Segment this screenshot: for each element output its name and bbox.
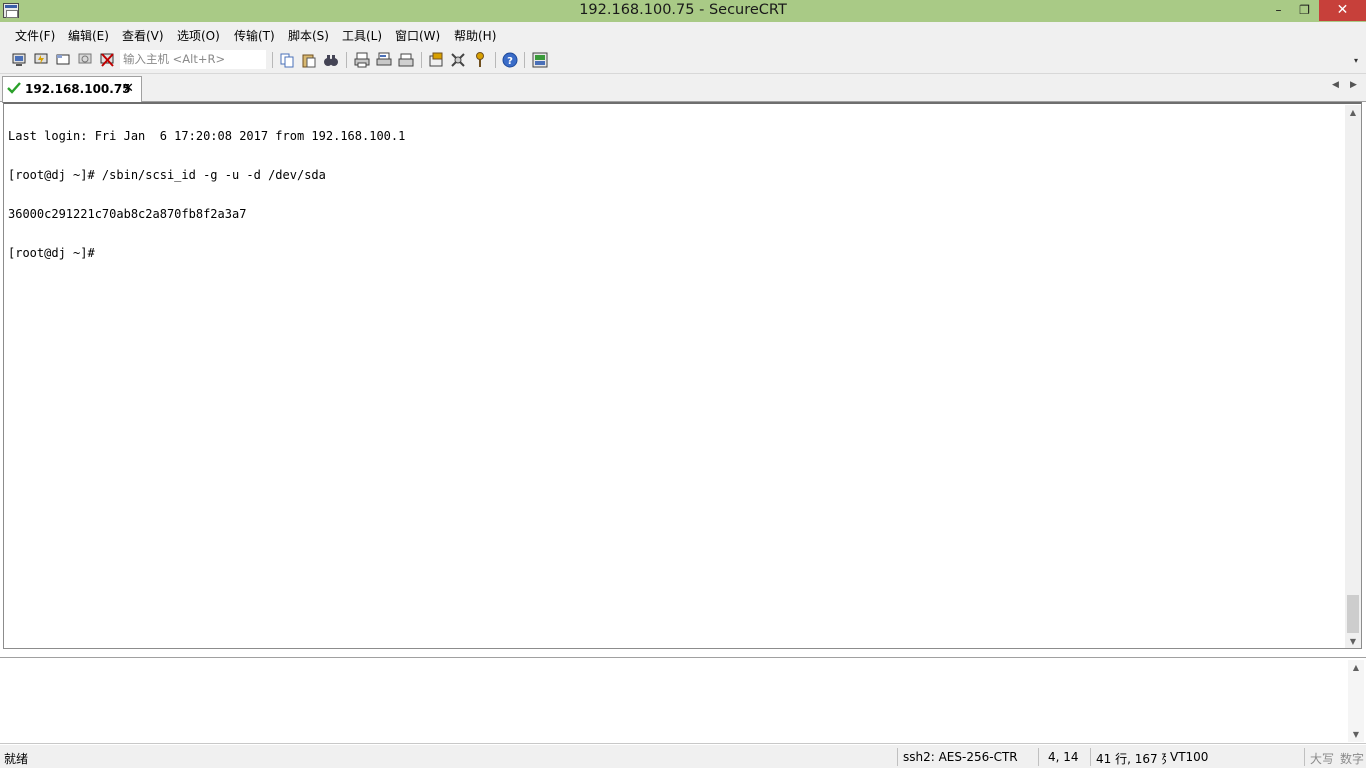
tab-scroll-right-icon[interactable]: ▶ [1350,80,1360,92]
menu-bar: 文件(F) 编辑(E) 查看(V) 选项(O) 传输(T) 脚本(S) 工具(L… [0,22,1366,46]
status-separator [1304,748,1305,766]
paste-icon[interactable] [300,51,318,69]
toolbar-separator [421,52,422,68]
status-separator [1090,748,1091,766]
close-button[interactable]: ✕ [1319,0,1366,21]
menu-view[interactable]: 查看(V) [122,27,164,44]
toolbar-separator [495,52,496,68]
quick-connect-icon[interactable] [32,51,50,69]
status-emulation: VT100 [1170,750,1209,764]
menu-script[interactable]: 脚本(S) [288,27,329,44]
tab-label: 192.168.100.75 [25,82,131,96]
toolbar-separator [346,52,347,68]
print-screen-icon[interactable] [353,51,371,69]
connect-tab-icon[interactable] [54,51,72,69]
terminal-output: Last login: Fri Jan 6 17:20:08 2017 from… [8,104,405,286]
toolbar-overflow-icon[interactable]: ▾ [1354,56,1363,70]
tab-session-192-168-100-75[interactable]: 192.168.100.75 ✕ [2,76,142,103]
menu-tools[interactable]: 工具(L) [342,27,382,44]
menu-edit[interactable]: 编辑(E) [68,27,109,44]
print-selection-icon[interactable] [375,51,393,69]
terminal-scrollbar[interactable]: ▲ ▼ [1345,105,1361,648]
tab-close-icon[interactable]: ✕ [123,81,134,96]
status-encryption: ssh2: AES-256-CTR [903,750,1018,764]
scroll-up-icon[interactable]: ▲ [1351,663,1361,673]
scrollbar-thumb[interactable] [1347,595,1359,633]
connected-check-icon [7,82,21,94]
find-icon[interactable] [322,51,340,69]
minimize-button[interactable]: – [1265,0,1292,21]
tab-bar: 192.168.100.75 ✕ [0,74,1366,103]
menu-file[interactable]: 文件(F) [15,27,55,44]
menu-options[interactable]: 选项(O) [177,27,220,44]
help-icon[interactable]: ? [501,51,519,69]
toolbar-separator [272,52,273,68]
scroll-down-icon[interactable]: ▼ [1348,637,1358,647]
status-terminal-size: 41 行, 167 列 [1096,752,1166,766]
status-separator [897,748,898,766]
command-window-scrollbar[interactable]: ▲ ▼ [1348,660,1364,742]
command-window[interactable]: ▲ ▼ [0,657,1366,744]
copy-icon[interactable] [278,51,296,69]
reconnect-icon[interactable] [76,51,94,69]
terminal-line: 36000c291221c70ab8c2a870fb8f2a3a7 [8,207,247,221]
svg-text:?: ? [507,56,513,67]
status-bar: 就绪 ssh2: AES-256-CTR 4, 14 41 行, 167 列 V… [0,745,1366,768]
terminal-view[interactable]: Last login: Fri Jan 6 17:20:08 2017 from… [3,102,1362,649]
quick-connect-input[interactable]: 输入主机 <Alt+R> [120,50,266,69]
status-num-lock: 数字 [1340,752,1365,766]
status-cursor-position: 4, 14 [1048,750,1079,764]
status-ready: 就绪 [4,752,29,766]
window-title: 192.168.100.75 - SecureCRT [579,2,787,18]
scroll-down-icon[interactable]: ▼ [1351,730,1361,740]
menu-help[interactable]: 帮助(H) [454,27,496,44]
restore-button[interactable]: ❐ [1291,0,1318,21]
tab-scroll-left-icon[interactable]: ◀ [1332,80,1342,92]
toolbar: 输入主机 <Alt+R> ? ▾ [0,46,1366,74]
terminal-prompt: [root@dj ~]# [8,246,95,260]
print-icon[interactable] [397,51,415,69]
menu-window[interactable]: 窗口(W) [395,27,440,44]
connect-icon[interactable] [10,51,28,69]
terminal-line: Last login: Fri Jan 6 17:20:08 2017 from… [8,129,406,143]
sftp-icon[interactable] [531,51,549,69]
status-separator [1038,748,1039,766]
scroll-up-icon[interactable]: ▲ [1348,108,1358,118]
disconnect-icon[interactable] [98,51,116,69]
menu-transfer[interactable]: 传输(T) [234,27,275,44]
session-options-icon[interactable] [427,51,445,69]
global-options-icon[interactable] [449,51,467,69]
keymap-icon[interactable] [471,51,489,69]
terminal-line: [root@dj ~]# /sbin/scsi_id -g -u -d /dev… [8,168,326,182]
status-caps-lock: 大写 [1310,752,1335,766]
title-bar[interactable]: 192.168.100.75 - SecureCRT – ❐ ✕ [0,0,1366,22]
toolbar-separator [524,52,525,68]
